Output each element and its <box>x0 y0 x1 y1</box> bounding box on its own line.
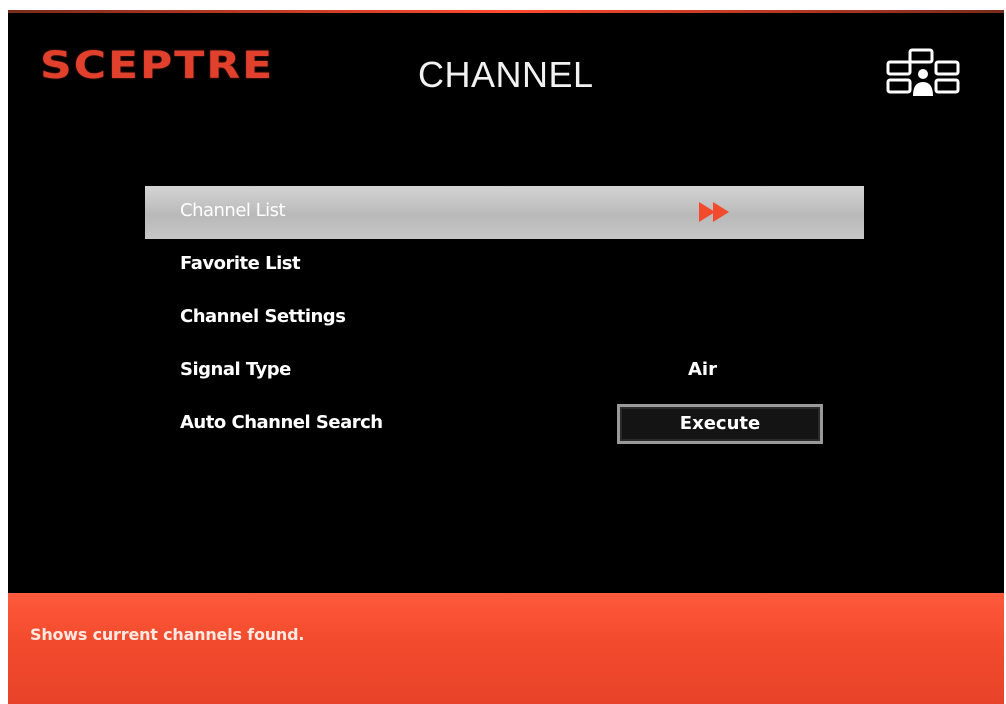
help-text: Shows current channels found. <box>30 625 305 644</box>
brand-logo: SCEPTRE <box>40 44 275 88</box>
menu-item-label: Favorite List <box>180 253 301 274</box>
top-divider <box>8 10 1004 13</box>
page-title: CHANNEL <box>418 54 594 95</box>
menu-item-channel-settings[interactable]: Channel Settings <box>145 292 864 345</box>
menu-item-label: Channel Settings <box>180 306 346 327</box>
menu-item-auto-channel-search[interactable]: Auto Channel Search Execute <box>145 398 864 451</box>
double-arrow-right-icon <box>699 202 729 222</box>
channel-menu: Channel List Favorite List Channel Setti… <box>145 186 864 451</box>
menu-item-channel-list[interactable]: Channel List <box>145 186 864 239</box>
execute-button[interactable]: Execute <box>617 404 823 444</box>
menu-item-label: Auto Channel Search <box>180 412 383 433</box>
menu-item-signal-type[interactable]: Signal Type Air <box>145 345 864 398</box>
network-icon <box>886 48 960 96</box>
menu-item-label: Signal Type <box>180 359 291 380</box>
menu-item-label: Channel List <box>180 200 286 221</box>
tv-menu-screen: SCEPTRE CHANNEL Channel List Favorite Li… <box>8 10 1004 704</box>
help-bar: Shows current channels found. <box>8 593 1004 704</box>
signal-type-value: Air <box>688 359 717 380</box>
menu-item-favorite-list[interactable]: Favorite List <box>145 239 864 292</box>
